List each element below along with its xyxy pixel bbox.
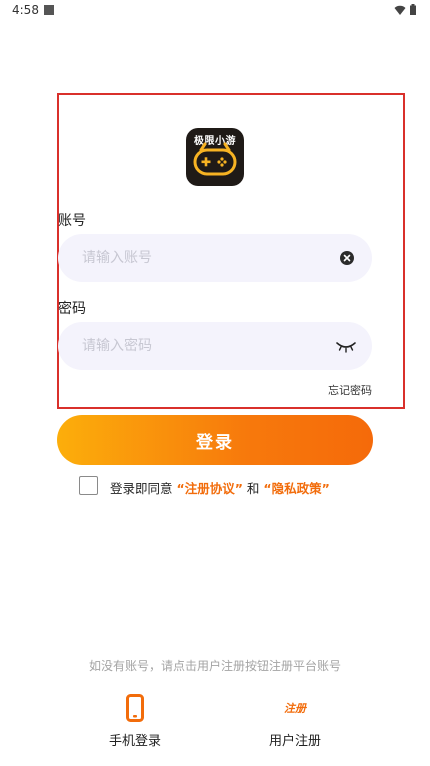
app-logo: 极限小游 (186, 128, 244, 186)
password-input[interactable] (82, 322, 322, 370)
privacy-link[interactable]: “隐私政策” (263, 481, 329, 496)
account-field (58, 234, 372, 282)
notification-icon (44, 5, 54, 15)
agreement-prefix: 登录即同意 (110, 481, 173, 496)
phone-login-label: 手机登录 (108, 734, 161, 749)
user-register-label: 用户注册 (268, 734, 321, 749)
register-hint: 如没有账号，请点击用户注册按钮注册平台账号 (88, 659, 341, 673)
agreement-and: 和 (246, 481, 260, 496)
account-input[interactable] (82, 234, 322, 282)
phone-login-button[interactable]: 手机登录 (100, 694, 170, 750)
account-label: 账号 (58, 213, 86, 229)
password-field (58, 322, 372, 370)
register-icon: 注册 (284, 702, 306, 715)
status-time: 4:58 (12, 3, 39, 17)
agreement-text: 登录即同意 “注册协议” 和 “隐私政策” (110, 478, 330, 497)
battery-icon (410, 4, 416, 15)
forgot-password-link[interactable]: 忘记密码 (328, 382, 372, 398)
user-register-button[interactable]: 注册 用户注册 (260, 694, 330, 750)
wifi-icon (394, 5, 406, 15)
status-bar: 4:58 (0, 0, 430, 22)
terms-link[interactable]: “注册协议” (177, 481, 243, 496)
password-label: 密码 (58, 301, 86, 317)
agreement-checkbox[interactable] (79, 476, 98, 495)
phone-icon (126, 694, 144, 722)
login-button[interactable]: 登录 (57, 415, 373, 465)
clear-icon[interactable] (340, 251, 354, 265)
gamepad-icon (193, 142, 237, 176)
eye-closed-icon[interactable] (336, 341, 356, 353)
